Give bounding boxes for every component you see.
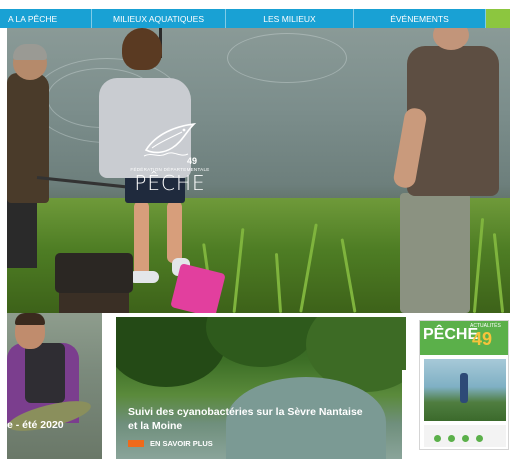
magazine-dot [476,435,483,442]
card-caption[interactable]: Suivi des cyanobactéries sur la Sèvre Na… [128,405,368,433]
reed [274,252,283,313]
boy-leg [167,201,182,263]
boy-leg [134,201,149,276]
fishing-stool [55,253,133,293]
nav-item-peche[interactable]: A LA PÊCHE [0,9,92,28]
stool-legs [59,290,129,313]
magazine-angler [460,373,468,403]
boy-shoe [129,271,159,283]
person-right-pants [400,193,470,313]
tree-foliage [206,317,316,367]
person-left-legs [7,198,37,268]
card-person-hair [15,313,45,325]
card-caption[interactable]: e - été 2020 [7,419,64,431]
reed [492,233,505,313]
person-left-hair [13,44,47,60]
magazine-cover[interactable]: PÊCHE ACTUALITÉS 49 [419,320,509,450]
nav-item-evenements[interactable]: ÉVÉNEMENTS [354,9,486,28]
card-person-vest [25,343,65,403]
reed [472,218,485,313]
read-more-marker [128,440,144,447]
logo-number: 49 [186,156,197,166]
magazine-dot [434,435,441,442]
reed [340,238,357,313]
reed [232,228,245,313]
news-card-right-edge [402,370,420,459]
nav-item-les-milieux[interactable]: LES MILIEUX [226,9,354,28]
hero-banner: 49 FÉDÉRATION DÉPARTEMENTALE PÊCHE [7,28,510,313]
federation-logo[interactable]: 49 FÉDÉRATION DÉPARTEMENTALE PÊCHE [127,120,213,194]
read-more-link[interactable]: EN SAVOIR PLUS [128,439,213,448]
magazine-dot [448,435,455,442]
main-navigation: A LA PÊCHE MILIEUX AQUATIQUES LES MILIEU… [0,9,510,28]
person-left-body [7,73,49,203]
reed [299,223,318,313]
water-ripple [227,33,347,83]
read-more-label: EN SAVOIR PLUS [150,439,213,448]
nav-item-milieux-aquatiques[interactable]: MILIEUX AQUATIQUES [92,9,226,28]
news-card-center[interactable]: Suivi des cyanobactéries sur la Sèvre Na… [116,317,406,459]
news-card-left[interactable]: e - été 2020 [7,313,102,459]
magazine-dot [462,435,469,442]
magazine-number: 49 [472,329,493,349]
nav-accent-block [486,9,510,28]
logo-title: PÊCHE [134,171,206,195]
boy-head [122,28,162,70]
